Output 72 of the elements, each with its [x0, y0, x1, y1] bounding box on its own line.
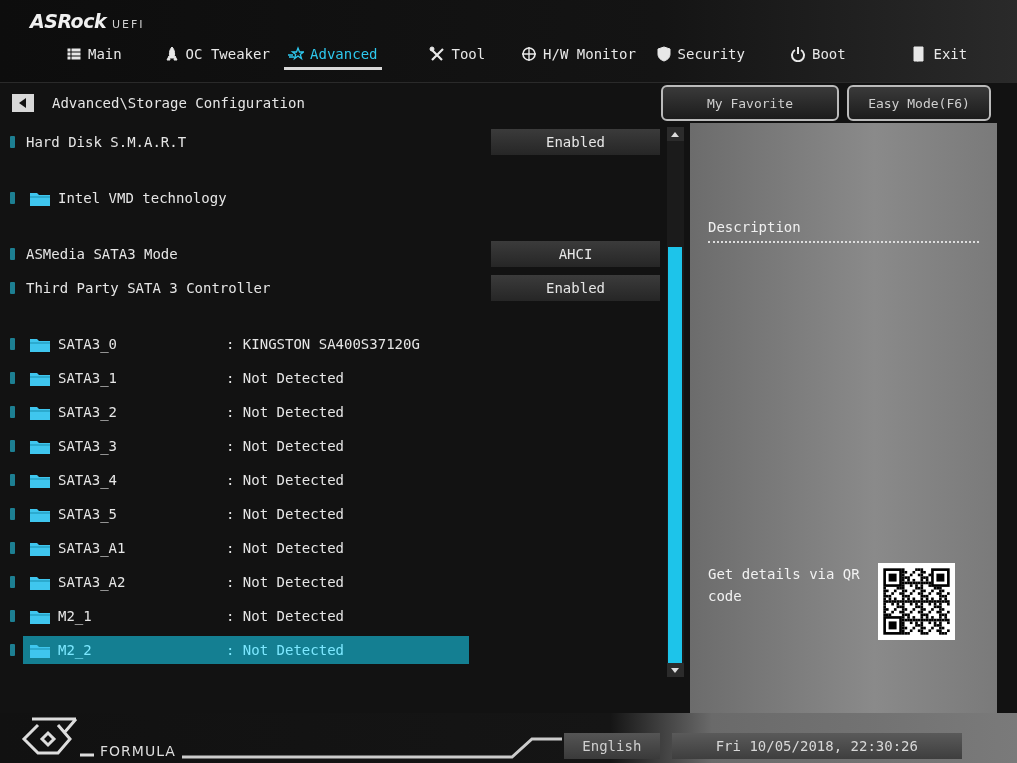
folder-icon [30, 336, 50, 352]
folder-item[interactable]: Intel VMD technology [23, 184, 469, 212]
info-icon [10, 282, 15, 294]
folder-icon [30, 370, 50, 386]
info-icon [10, 248, 15, 260]
nav-tab[interactable]: Main [62, 40, 126, 70]
brand-logo: ASRock [30, 10, 107, 32]
info-icon [10, 542, 15, 554]
folder-icon [30, 438, 50, 454]
tools-icon [429, 45, 446, 62]
info-icon [10, 372, 15, 384]
scroll-up-icon[interactable] [666, 127, 684, 141]
info-icon [10, 440, 15, 452]
formula-logo-text: FORMULA [100, 743, 176, 759]
info-icon [10, 644, 15, 656]
date-time: Fri 10/05/2018, 22:30:26 [671, 733, 962, 759]
nav-tab[interactable]: Advanced [284, 40, 382, 70]
description-title: Description [708, 219, 802, 235]
folder-icon [30, 472, 50, 488]
setting-value[interactable]: Enabled [491, 275, 660, 301]
setting-item[interactable]: Third Party SATA 3 Controller [26, 274, 472, 302]
folder-icon [30, 642, 50, 658]
folder-icon [30, 506, 50, 522]
nav-tab[interactable]: Boot [785, 40, 850, 70]
setting-value[interactable]: AHCI [491, 241, 660, 267]
setting-item[interactable]: ASMedia SATA3 Mode [26, 240, 472, 268]
back-arrow-icon [19, 98, 27, 108]
folder-icon [30, 540, 50, 556]
power-icon [789, 45, 806, 62]
scroll-down-icon[interactable] [666, 663, 684, 677]
folder-item[interactable]: SATA3_0 : KINGSTON SA400S37120G [23, 330, 469, 358]
favorite-button[interactable]: My Favorite [661, 85, 839, 121]
info-icon [10, 508, 15, 520]
folder-item[interactable]: SATA3_3 : Not Detected [23, 432, 469, 460]
folder-icon [30, 608, 50, 624]
folder-item[interactable]: SATA3_A2 : Not Detected [23, 568, 469, 596]
breadcrumb: Advanced\Storage Configuration [52, 95, 306, 111]
info-icon [10, 338, 15, 350]
mode-button[interactable]: Easy Mode(F6) [847, 85, 991, 121]
rocket-icon [163, 45, 180, 62]
folder-icon [30, 190, 50, 206]
info-icon [10, 406, 15, 418]
folder-item[interactable]: SATA3_4 : Not Detected [23, 466, 469, 494]
nav-tab[interactable]: Exit [907, 40, 972, 70]
folder-item[interactable]: M2_1 : Not Detected [23, 602, 469, 630]
setting-item[interactable]: Hard Disk S.M.A.R.T [26, 128, 472, 156]
info-icon [10, 474, 15, 486]
qr-caption: Get details via QR code [708, 565, 861, 606]
language-button[interactable]: English [563, 733, 660, 759]
nav-tab[interactable]: OC Tweaker [159, 40, 274, 70]
folder-item[interactable]: SATA3_1 : Not Detected [23, 364, 469, 392]
shield-icon [655, 45, 672, 62]
back-button[interactable] [12, 94, 34, 112]
nav-tab[interactable]: Security [651, 40, 749, 70]
info-icon [10, 192, 15, 204]
logo-suffix: UEFI [112, 18, 145, 31]
nav-tab[interactable]: Tool [425, 40, 490, 70]
scrollbar-thumb[interactable] [668, 247, 682, 663]
info-icon [10, 610, 15, 622]
crosshair-icon [521, 45, 538, 62]
scrollbar[interactable] [666, 127, 684, 677]
star-icon [288, 45, 305, 62]
folder-item[interactable]: SATA3_A1 : Not Detected [23, 534, 469, 562]
folder-icon [30, 574, 50, 590]
folder-item[interactable]: SATA3_5 : Not Detected [23, 500, 469, 528]
nav-tab[interactable]: H/W Monitor [517, 40, 640, 70]
info-icon [10, 136, 15, 148]
info-icon [10, 576, 15, 588]
setting-value[interactable]: Enabled [491, 129, 660, 155]
folder-icon [30, 404, 50, 420]
list-icon [66, 45, 82, 62]
folder-item[interactable]: SATA3_2 : Not Detected [23, 398, 469, 426]
